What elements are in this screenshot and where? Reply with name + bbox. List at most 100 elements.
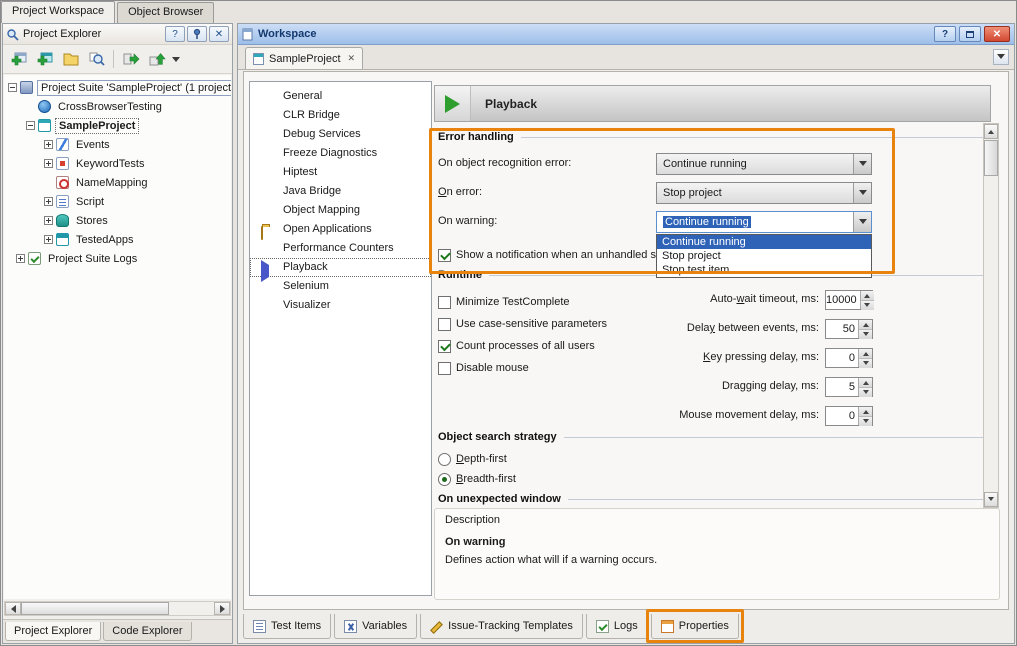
dragging-delay-spinner[interactable]: 5 <box>825 377 873 397</box>
spinner-value[interactable]: 5 <box>826 378 858 396</box>
delay-between-events-spinner[interactable]: 50 <box>825 319 873 339</box>
tree-item-label[interactable]: Script <box>73 195 107 209</box>
vertical-scrollbar[interactable] <box>983 123 999 508</box>
checkbox[interactable] <box>438 340 451 353</box>
disable-mouse-row[interactable]: Disable mouse <box>438 360 529 376</box>
spin-down-button[interactable] <box>859 417 872 426</box>
tab-object-browser[interactable]: Object Browser <box>117 2 214 23</box>
checkbox[interactable] <box>438 318 451 331</box>
tree-item-label[interactable]: Events <box>73 138 113 152</box>
document-tab-label[interactable]: SampleProject <box>269 53 341 65</box>
tree-row[interactable]: TestedApps <box>4 230 231 249</box>
depth-first-radio-row[interactable]: Depth-first <box>438 451 507 467</box>
horizontal-scrollbar[interactable] <box>4 601 231 616</box>
mouse-movement-delay-spinner[interactable]: 0 <box>825 406 873 426</box>
collapse-icon[interactable] <box>8 83 17 92</box>
close-panel-button[interactable]: ✕ <box>209 26 229 42</box>
spin-up-button[interactable] <box>859 320 872 330</box>
tree-item-label[interactable]: Project Suite 'SampleProject' (1 project <box>37 80 231 96</box>
scrollbar-track[interactable] <box>169 602 214 615</box>
open-file-button[interactable] <box>58 47 83 71</box>
expand-icon[interactable] <box>44 197 53 206</box>
tab-list-dropdown-button[interactable] <box>993 49 1009 65</box>
notification-checkbox-row[interactable]: Show a notification when an unhandled sc <box>438 247 661 263</box>
radio-button[interactable] <box>438 453 451 466</box>
dropdown-option-stop-test-item[interactable]: Stop test item <box>657 263 871 277</box>
spinner-value[interactable]: 10000 <box>826 291 860 309</box>
spin-down-button[interactable] <box>859 359 872 368</box>
spinner-value[interactable]: 0 <box>826 407 858 425</box>
tab-project-workspace[interactable]: Project Workspace <box>1 1 115 23</box>
add-project-suite-button[interactable] <box>6 47 31 71</box>
nav-item-debug-services[interactable]: Debug Services <box>250 125 431 144</box>
tab-properties[interactable]: Properties <box>651 614 739 639</box>
help-button[interactable]: ? <box>165 26 185 42</box>
nav-item-visualizer[interactable]: Visualizer <box>250 296 431 315</box>
tab-project-explorer[interactable]: Project Explorer <box>5 622 101 641</box>
tree-row[interactable]: CrossBrowserTesting <box>4 97 231 116</box>
nav-item-clr-bridge[interactable]: CLR Bridge <box>250 106 431 125</box>
auto-wait-timeout-spinner[interactable]: 10000 <box>825 290 873 310</box>
nav-item-freeze-diagnostics[interactable]: Freeze Diagnostics <box>250 144 431 163</box>
count-processes-row[interactable]: Count processes of all users <box>438 338 595 354</box>
tab-logs[interactable]: Logs <box>586 614 648 639</box>
tree-item-label[interactable]: TestedApps <box>73 233 136 247</box>
dropdown-option-stop-project[interactable]: Stop project <box>657 249 871 263</box>
tree-item-label[interactable]: CrossBrowserTesting <box>55 100 165 114</box>
nav-item-performance-counters[interactable]: Performance Counters <box>250 239 431 258</box>
tree-row[interactable]: Project Suite 'SampleProject' (1 project <box>4 78 231 97</box>
on-warning-combobox[interactable]: Continue running <box>656 211 872 233</box>
tab-code-explorer[interactable]: Code Explorer <box>103 622 191 641</box>
spin-up-button[interactable] <box>861 291 874 301</box>
add-project-button[interactable] <box>32 47 57 71</box>
tab-test-items[interactable]: Test Items <box>243 614 331 639</box>
export-project-button[interactable] <box>118 47 143 71</box>
tab-variables[interactable]: Variables <box>334 614 417 639</box>
minimize-testcomplete-row[interactable]: Minimize TestComplete <box>438 294 570 310</box>
expand-icon[interactable] <box>44 140 53 149</box>
pin-button[interactable] <box>187 26 207 42</box>
close-button[interactable]: ✕ <box>984 26 1010 42</box>
dropdown-option-continue-running[interactable]: Continue running <box>657 235 871 249</box>
tree-row[interactable]: Project Suite Logs <box>4 249 231 268</box>
key-pressing-delay-spinner[interactable]: 0 <box>825 348 873 368</box>
combobox-dropdown-button[interactable] <box>853 154 871 174</box>
nav-item-java-bridge[interactable]: Java Bridge <box>250 182 431 201</box>
checkbox[interactable] <box>438 296 451 309</box>
scroll-left-button[interactable] <box>5 602 21 615</box>
radio-button[interactable] <box>438 473 451 486</box>
combobox-dropdown-button[interactable] <box>853 212 871 232</box>
restore-button[interactable] <box>959 26 981 42</box>
close-tab-icon[interactable]: ✕ <box>348 53 356 64</box>
import-project-button[interactable] <box>144 47 169 71</box>
help-button[interactable]: ? <box>934 26 956 42</box>
spinner-value[interactable]: 50 <box>826 320 858 338</box>
expand-icon[interactable] <box>44 235 53 244</box>
nav-item-hiptest[interactable]: Hiptest <box>250 163 431 182</box>
tree-item-label[interactable]: SampleProject <box>55 118 139 134</box>
scroll-right-button[interactable] <box>214 602 230 615</box>
scrollbar-thumb[interactable] <box>21 602 169 615</box>
combobox-dropdown-button[interactable] <box>853 183 871 203</box>
checkbox[interactable] <box>438 362 451 375</box>
spin-up-button[interactable] <box>859 378 872 388</box>
spin-up-button[interactable] <box>859 407 872 417</box>
tree-item-label[interactable]: KeywordTests <box>73 157 147 171</box>
checkbox[interactable] <box>438 249 451 262</box>
spin-up-button[interactable] <box>859 349 872 359</box>
tab-issue-tracking-templates[interactable]: Issue-Tracking Templates <box>420 614 583 639</box>
case-sensitive-row[interactable]: Use case-sensitive parameters <box>438 316 607 332</box>
nav-item-selenium[interactable]: Selenium <box>250 277 431 296</box>
tree-item-label[interactable]: Stores <box>73 214 111 228</box>
scrollbar-thumb[interactable] <box>984 140 998 176</box>
tab-sample-project[interactable]: SampleProject ✕ <box>245 47 363 69</box>
tree-row[interactable]: KeywordTests <box>4 154 231 173</box>
nav-item-object-mapping[interactable]: Object Mapping <box>250 201 431 220</box>
spinner-value[interactable]: 0 <box>826 349 858 367</box>
tree-row[interactable]: Script <box>4 192 231 211</box>
spin-down-button[interactable] <box>859 388 872 397</box>
expand-icon[interactable] <box>44 216 53 225</box>
find-button[interactable] <box>84 47 109 71</box>
toolbar-overflow-chevron-icon[interactable] <box>172 57 180 66</box>
nav-item-general[interactable]: General <box>250 87 431 106</box>
